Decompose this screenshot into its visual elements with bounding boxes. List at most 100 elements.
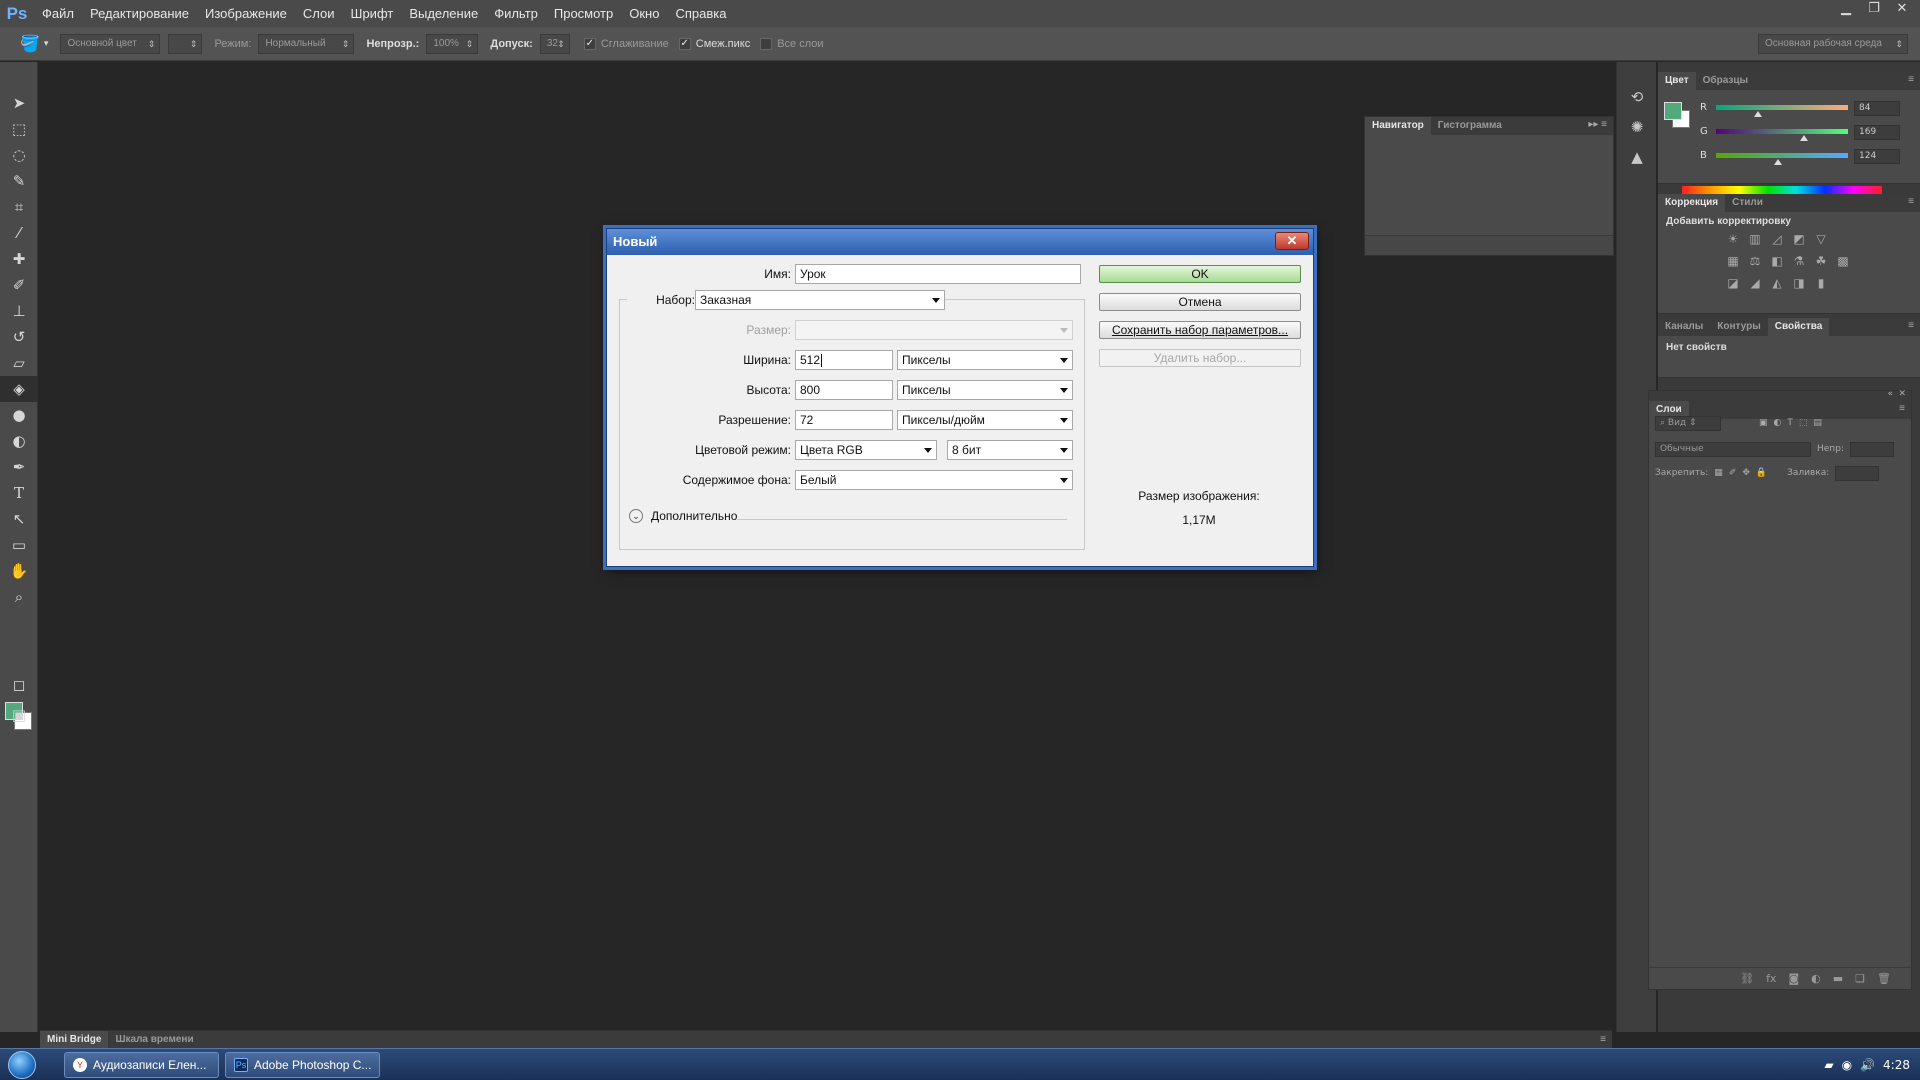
histogram-panel-icon[interactable]: ▲ — [1617, 142, 1657, 172]
menu-filter[interactable]: Фильтр — [486, 6, 546, 21]
dialog-close-button[interactable]: ✕ — [1275, 232, 1309, 250]
panel-menu-icon[interactable]: ≡ — [1908, 74, 1914, 85]
black-white-icon[interactable]: ◧ — [1766, 254, 1788, 268]
lock-transparency-icon[interactable]: ▦ — [1714, 468, 1723, 478]
delete-preset-button[interactable]: Удалить набор... — [1099, 349, 1301, 367]
gradient-map-icon[interactable]: ◨ — [1788, 276, 1810, 290]
filter-adjustment-icon[interactable]: ◐ — [1774, 418, 1782, 428]
eraser-tool-icon[interactable]: ▱ — [0, 350, 38, 376]
photo-filter-icon[interactable]: ⚗ — [1788, 254, 1810, 268]
navigator-zoom-slider[interactable] — [1365, 235, 1613, 255]
green-slider[interactable] — [1716, 129, 1848, 134]
new-adjustment-layer-icon[interactable]: ◐ — [1811, 972, 1821, 985]
clone-stamp-tool-icon[interactable]: ⊥ — [0, 298, 38, 324]
rectangle-tool-icon[interactable]: ▭ — [0, 532, 38, 558]
path-selection-tool-icon[interactable]: ↖ — [0, 506, 38, 532]
lock-position-icon[interactable]: ✥ — [1742, 468, 1750, 478]
save-preset-button[interactable]: Сохранить набор параметров... — [1099, 321, 1301, 339]
tab-paths[interactable]: Контуры — [1710, 318, 1767, 336]
menu-select[interactable]: Выделение — [401, 6, 486, 21]
healing-brush-tool-icon[interactable]: ✚ — [0, 246, 38, 272]
pattern-select[interactable] — [168, 33, 203, 54]
history-panel-icon[interactable]: ⟲ — [1617, 82, 1657, 112]
filter-type-icon[interactable]: T — [1787, 418, 1793, 428]
tolerance-input[interactable]: 32 — [539, 33, 570, 54]
volume-icon[interactable]: 🔊 — [1860, 1058, 1875, 1072]
red-slider[interactable] — [1716, 105, 1848, 110]
blue-slider[interactable] — [1716, 153, 1848, 158]
quick-mask-icon[interactable]: ◻ — [0, 672, 38, 698]
tab-swatches[interactable]: Образцы — [1696, 72, 1755, 90]
tab-timeline[interactable]: Шкала времени — [108, 1031, 200, 1049]
curves-icon[interactable]: ◿ — [1766, 232, 1788, 246]
brush-tool-icon[interactable]: ✐ — [0, 272, 38, 298]
crop-tool-icon[interactable]: ⌗ — [0, 194, 38, 220]
preset-select[interactable]: Заказная — [695, 290, 945, 310]
paint-bucket-icon[interactable]: 🪣 — [20, 34, 40, 54]
menu-help[interactable]: Справка — [667, 6, 734, 21]
blue-slider-thumb[interactable] — [1774, 159, 1782, 165]
resolution-input[interactable]: 72 — [795, 410, 893, 430]
exposure-icon[interactable]: ◩ — [1788, 232, 1810, 246]
cancel-button[interactable]: Отмена — [1099, 293, 1301, 311]
menu-view[interactable]: Просмотр — [546, 6, 621, 21]
menu-type[interactable]: Шрифт — [343, 6, 402, 21]
selective-color-icon[interactable]: ▮ — [1810, 276, 1832, 290]
dodge-tool-icon[interactable]: ◐ — [0, 428, 38, 454]
brush-panel-icon[interactable]: ✺ — [1617, 112, 1657, 142]
tab-histogram[interactable]: Гистограмма — [1431, 117, 1509, 135]
green-value[interactable]: 169 — [1854, 125, 1900, 140]
close-window-icon[interactable]: ✕ — [1890, 0, 1914, 18]
advanced-toggle[interactable]: ⌄ Дополнительно — [629, 509, 737, 523]
antialias-checkbox[interactable]: ✓ Сглаживание — [583, 37, 669, 50]
eyedropper-tool-icon[interactable]: ⁄ — [0, 220, 38, 246]
hue-saturation-icon[interactable]: ▦ — [1722, 254, 1744, 268]
panel-menu-icon[interactable]: ≡ — [1908, 320, 1914, 331]
red-slider-thumb[interactable] — [1754, 111, 1762, 117]
link-layers-icon[interactable]: ⛓ — [1740, 972, 1754, 985]
new-layer-icon[interactable]: ❏ — [1855, 972, 1865, 985]
height-unit-select[interactable]: Пикселы — [897, 380, 1073, 400]
history-brush-tool-icon[interactable]: ↺ — [0, 324, 38, 350]
blend-mode-select[interactable]: Обычные — [1655, 441, 1811, 457]
panel-menu-icon[interactable]: ▸▸ ≡ — [1588, 119, 1607, 130]
filter-smart-object-icon[interactable]: ▤ — [1813, 418, 1822, 428]
tab-channels[interactable]: Каналы — [1658, 318, 1710, 336]
layer-mask-icon[interactable]: ◙ — [1788, 972, 1799, 985]
size-select[interactable] — [795, 320, 1073, 340]
quick-selection-tool-icon[interactable]: ✎ — [0, 168, 38, 194]
marquee-tool-icon[interactable]: ⬚ — [0, 116, 38, 142]
all-layers-checkbox[interactable]: Все слои — [760, 37, 824, 50]
tab-properties[interactable]: Свойства — [1767, 318, 1830, 336]
tool-preset-dropdown-icon[interactable]: ▾ — [44, 38, 49, 49]
name-input[interactable]: Урок — [795, 264, 1081, 284]
paint-bucket-tool-icon[interactable]: ◈ — [0, 376, 38, 402]
type-tool-icon[interactable]: T — [0, 480, 38, 506]
ok-button[interactable]: OK — [1099, 265, 1301, 283]
invert-icon[interactable]: ◪ — [1722, 276, 1744, 290]
tab-color[interactable]: Цвет — [1658, 72, 1696, 90]
close-panel-icon[interactable]: ✕ — [1898, 389, 1906, 399]
menu-file[interactable]: Файл — [34, 6, 82, 21]
lasso-tool-icon[interactable]: ◌ — [0, 142, 38, 168]
contiguous-checkbox[interactable]: ✓ Смеж.пикс — [678, 37, 750, 50]
zoom-tool-icon[interactable]: ⌕ — [0, 584, 38, 610]
screen-mode-icon[interactable]: ▣ — [0, 702, 38, 728]
hand-tool-icon[interactable]: ✋ — [0, 558, 38, 584]
taskbar-item-photoshop[interactable]: Ps Adobe Photoshop C... — [225, 1051, 380, 1078]
menu-layers[interactable]: Слои — [295, 6, 343, 21]
pen-tool-icon[interactable]: ✒ — [0, 454, 38, 480]
blue-value[interactable]: 124 — [1854, 149, 1900, 164]
posterize-icon[interactable]: ◢ — [1744, 276, 1766, 290]
lock-all-icon[interactable]: 🔒 — [1756, 468, 1767, 478]
panel-menu-icon[interactable]: ≡ — [1600, 1034, 1606, 1045]
green-slider-thumb[interactable] — [1800, 135, 1808, 141]
panel-menu-icon[interactable]: ≡ — [1899, 403, 1905, 414]
taskbar-item-browser[interactable]: Y Аудиозаписи Елен... — [64, 1051, 219, 1078]
language-flag-icon[interactable]: ▰ — [1824, 1058, 1833, 1072]
threshold-icon[interactable]: ◭ — [1766, 276, 1788, 290]
bit-depth-select[interactable]: 8 бит — [947, 440, 1073, 460]
collapse-panel-icon[interactable]: « — [1887, 389, 1893, 399]
color-mode-select[interactable]: Цвета RGB — [795, 440, 937, 460]
blur-tool-icon[interactable]: ● — [0, 402, 38, 428]
